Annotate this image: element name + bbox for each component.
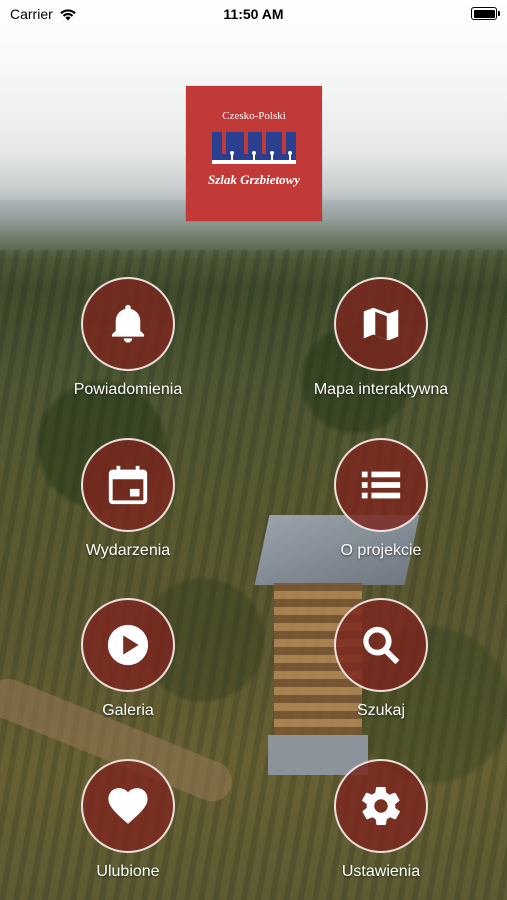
interactive-map-label: Mapa interaktywna <box>313 381 449 398</box>
calendar-icon <box>108 465 148 505</box>
notifications-label: Powiadomienia <box>73 381 183 398</box>
logo-top-text: Czesko-Polski <box>222 110 286 122</box>
menu-item-search[interactable]: Szukaj <box>281 598 481 720</box>
map-icon <box>363 307 399 341</box>
events-label: Wydarzenia <box>85 542 171 559</box>
search-icon <box>363 626 400 665</box>
menu-item-settings[interactable]: Ustawienia <box>281 759 481 881</box>
menu-item-interactive-map[interactable]: Mapa interaktywna <box>281 277 481 399</box>
gear-icon <box>362 787 400 825</box>
about-project-button[interactable] <box>334 438 428 532</box>
list-icon <box>361 471 401 499</box>
menu-item-favorites[interactable]: Ulubione <box>28 759 228 881</box>
logo-bottom-text: Szlak Grzbietowy <box>207 172 301 187</box>
search-label: Szukaj <box>356 702 406 719</box>
menu-item-events[interactable]: Wydarzenia <box>28 438 228 560</box>
gallery-label: Galeria <box>102 702 154 719</box>
favorites-button[interactable] <box>81 759 175 853</box>
menu-item-about-project[interactable]: O projekcie <box>281 438 481 560</box>
heart-icon <box>108 788 148 824</box>
gallery-button[interactable] <box>81 598 175 692</box>
logo-graphic <box>210 126 298 166</box>
status-time: 11:50 AM <box>223 6 284 22</box>
battery-icon <box>471 7 500 20</box>
menu-item-gallery[interactable]: Galeria <box>28 598 228 720</box>
menu-item-notifications[interactable]: Powiadomienia <box>28 277 228 399</box>
settings-label: Ustawienia <box>341 863 421 880</box>
bell-icon <box>111 304 145 343</box>
status-bar: Carrier 11:50 AM <box>0 0 507 28</box>
app-logo: Czesko-Polski Szlak Grzbietowy <box>186 86 322 221</box>
play-icon <box>107 624 149 666</box>
search-button[interactable] <box>334 598 428 692</box>
notifications-button[interactable] <box>81 277 175 371</box>
settings-button[interactable] <box>334 759 428 853</box>
events-button[interactable] <box>81 438 175 532</box>
favorites-label: Ulubione <box>96 863 160 880</box>
interactive-map-button[interactable] <box>334 277 428 371</box>
about-project-label: O projekcie <box>340 542 422 559</box>
